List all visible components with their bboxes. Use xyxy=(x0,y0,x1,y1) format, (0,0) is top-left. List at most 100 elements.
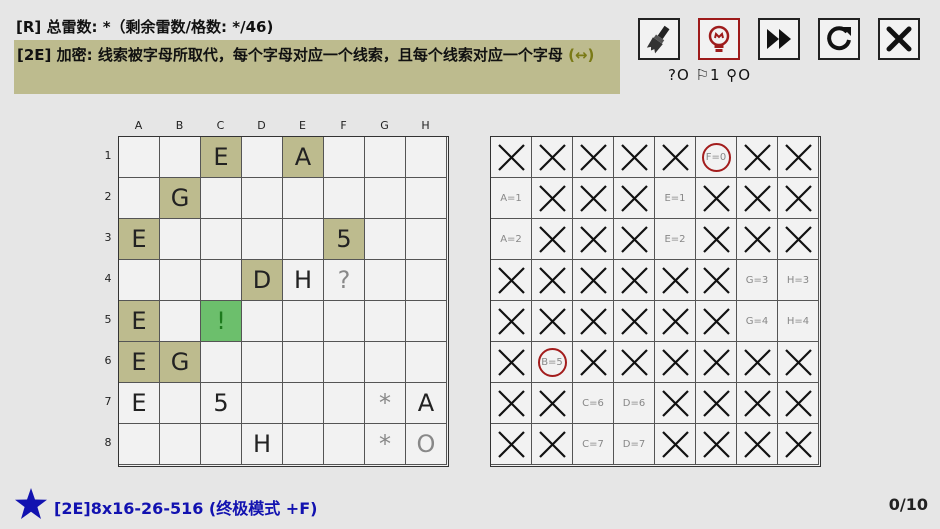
cipher-cell-candidate[interactable]: A=1 xyxy=(491,178,532,219)
cipher-cell-excluded[interactable] xyxy=(491,342,532,383)
cipher-cell-excluded[interactable] xyxy=(696,301,737,342)
cipher-cell-excluded[interactable] xyxy=(778,424,819,465)
cipher-cell-excluded[interactable] xyxy=(737,424,778,465)
board-cell[interactable] xyxy=(324,342,365,383)
board-cell[interactable]: 5 xyxy=(324,219,365,260)
cipher-cell-candidate[interactable]: E=1 xyxy=(655,178,696,219)
board-cell[interactable] xyxy=(201,424,242,465)
cipher-cell-excluded[interactable] xyxy=(573,137,614,178)
board-cell[interactable]: H xyxy=(283,260,324,301)
board-cell[interactable] xyxy=(160,301,201,342)
board-cell[interactable]: E xyxy=(119,383,160,424)
cipher-cell-excluded[interactable] xyxy=(737,137,778,178)
board-cell[interactable] xyxy=(119,424,160,465)
board-cell[interactable]: O xyxy=(406,424,447,465)
cipher-cell-excluded[interactable] xyxy=(778,137,819,178)
cipher-cell-excluded[interactable] xyxy=(532,424,573,465)
board-cell[interactable] xyxy=(406,219,447,260)
cipher-cell-excluded[interactable] xyxy=(573,301,614,342)
board-cell[interactable] xyxy=(365,178,406,219)
cipher-cell-excluded[interactable] xyxy=(573,342,614,383)
cipher-cell-candidate[interactable]: G=3 xyxy=(737,260,778,301)
board-cell[interactable] xyxy=(283,219,324,260)
board-cell[interactable] xyxy=(324,137,365,178)
board-cell[interactable]: * xyxy=(365,383,406,424)
board-cell[interactable] xyxy=(365,342,406,383)
cipher-cell-excluded[interactable] xyxy=(573,178,614,219)
board-cell[interactable] xyxy=(160,219,201,260)
cipher-cell-excluded[interactable] xyxy=(696,178,737,219)
cipher-cell-excluded[interactable] xyxy=(573,260,614,301)
board-cell[interactable]: A xyxy=(406,383,447,424)
board-cell[interactable]: D xyxy=(242,260,283,301)
cipher-cell-excluded[interactable] xyxy=(737,178,778,219)
board-cell[interactable] xyxy=(324,301,365,342)
board-cell[interactable]: H xyxy=(242,424,283,465)
board-cell[interactable]: G xyxy=(160,178,201,219)
board-cell[interactable] xyxy=(242,383,283,424)
board-cell[interactable] xyxy=(201,219,242,260)
board-cell[interactable]: * xyxy=(365,424,406,465)
cipher-cell-excluded[interactable] xyxy=(655,424,696,465)
board-cell[interactable] xyxy=(324,178,365,219)
cipher-cell-excluded[interactable] xyxy=(696,424,737,465)
cipher-cell-excluded[interactable] xyxy=(614,178,655,219)
board-cell[interactable] xyxy=(242,178,283,219)
close-button[interactable] xyxy=(878,18,920,60)
board-cell[interactable] xyxy=(406,260,447,301)
board-cell[interactable] xyxy=(283,342,324,383)
fast-forward-button[interactable] xyxy=(758,18,800,60)
cipher-cell-candidate[interactable]: A=2 xyxy=(491,219,532,260)
board-cell[interactable] xyxy=(283,383,324,424)
cipher-cell-excluded[interactable] xyxy=(532,260,573,301)
cipher-cell-excluded[interactable] xyxy=(696,219,737,260)
cipher-cell-excluded[interactable] xyxy=(655,260,696,301)
board-cell[interactable]: E xyxy=(119,342,160,383)
cipher-cell-candidate[interactable]: H=4 xyxy=(778,301,819,342)
cipher-cell-candidate[interactable]: E=2 xyxy=(655,219,696,260)
board-cell[interactable] xyxy=(406,342,447,383)
brush-button[interactable] xyxy=(638,18,680,60)
board-cell[interactable] xyxy=(242,219,283,260)
cipher-cell-excluded[interactable] xyxy=(532,137,573,178)
board-cell[interactable] xyxy=(365,301,406,342)
board-cell[interactable] xyxy=(283,301,324,342)
cipher-cell-excluded[interactable] xyxy=(532,301,573,342)
board-cell[interactable]: E xyxy=(119,219,160,260)
cipher-cell-excluded[interactable] xyxy=(614,219,655,260)
cipher-cell-excluded[interactable] xyxy=(696,342,737,383)
board-cell[interactable] xyxy=(119,178,160,219)
cipher-cell-excluded[interactable] xyxy=(491,260,532,301)
cipher-cell-excluded[interactable] xyxy=(532,178,573,219)
cipher-cell-excluded[interactable] xyxy=(737,219,778,260)
cipher-cell-candidate[interactable]: C=6 xyxy=(573,383,614,424)
cipher-cell-excluded[interactable] xyxy=(614,342,655,383)
cipher-cell-excluded[interactable] xyxy=(614,137,655,178)
board-cell[interactable] xyxy=(160,137,201,178)
cipher-cell-excluded[interactable] xyxy=(655,137,696,178)
cipher-cell-excluded[interactable] xyxy=(696,383,737,424)
cipher-cell-excluded[interactable] xyxy=(614,260,655,301)
hint-button[interactable] xyxy=(698,18,740,60)
cipher-cell-excluded[interactable] xyxy=(737,383,778,424)
board-cell[interactable]: G xyxy=(160,342,201,383)
board-cell[interactable]: 5 xyxy=(201,383,242,424)
cipher-cell-candidate[interactable]: D=7 xyxy=(614,424,655,465)
cipher-cell-excluded[interactable] xyxy=(532,219,573,260)
board-cell[interactable] xyxy=(406,301,447,342)
board-cell[interactable] xyxy=(365,260,406,301)
board-cell[interactable] xyxy=(406,178,447,219)
cipher-cell-excluded[interactable] xyxy=(614,301,655,342)
cipher-cell-excluded[interactable] xyxy=(491,301,532,342)
restart-button[interactable] xyxy=(818,18,860,60)
board-cell[interactable] xyxy=(365,219,406,260)
board-cell[interactable] xyxy=(201,260,242,301)
board-cell[interactable] xyxy=(242,342,283,383)
cipher-cell-confirmed[interactable]: B=5 xyxy=(532,342,573,383)
cipher-cell-confirmed[interactable]: F=0 xyxy=(696,137,737,178)
cipher-cell-excluded[interactable] xyxy=(491,424,532,465)
board-cell[interactable]: E xyxy=(201,137,242,178)
board-cell[interactable]: ? xyxy=(324,260,365,301)
board-cell[interactable] xyxy=(324,424,365,465)
cipher-cell-excluded[interactable] xyxy=(491,383,532,424)
